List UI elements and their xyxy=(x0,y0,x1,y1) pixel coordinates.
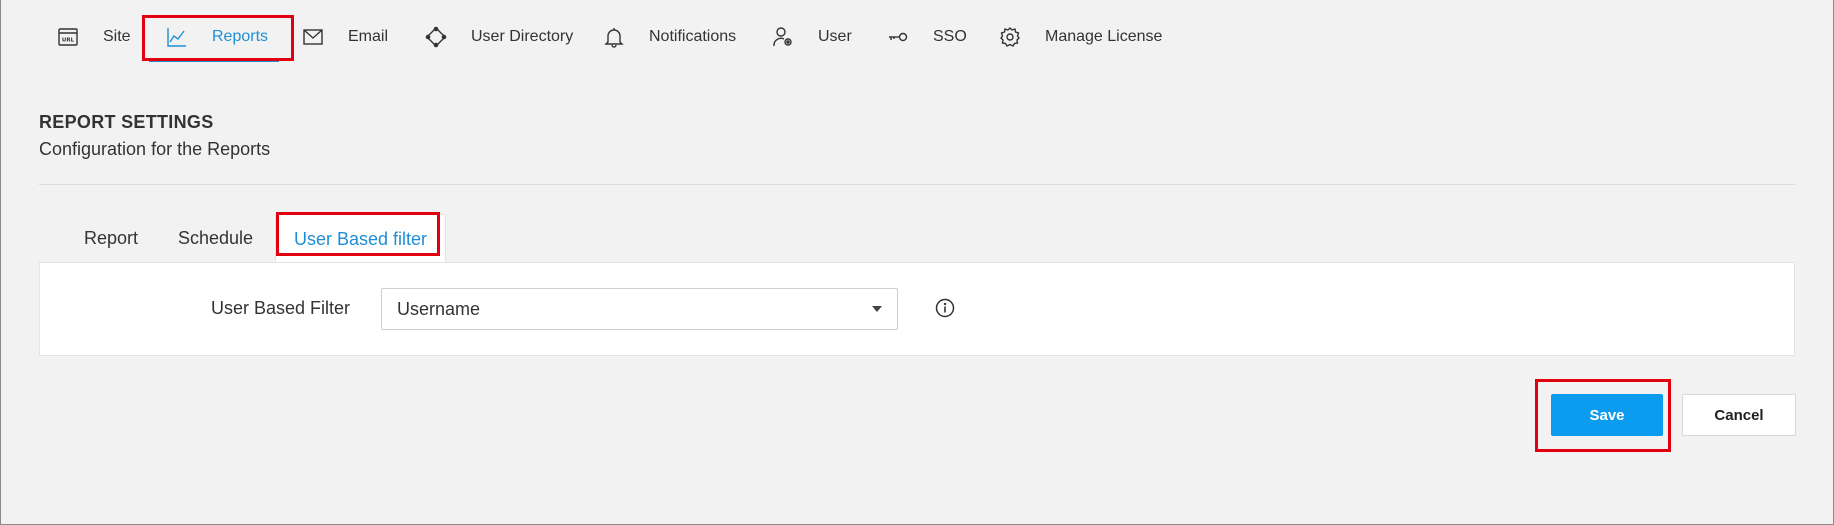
nav-item-label: SSO xyxy=(933,28,967,45)
section-divider xyxy=(39,184,1795,185)
gear-icon xyxy=(999,26,1021,48)
nav-item-site[interactable]: URL Site xyxy=(57,14,131,60)
user-gear-icon xyxy=(772,26,794,48)
page-subtitle: Configuration for the Reports xyxy=(39,139,271,159)
nav-item-user-directory[interactable]: User Directory xyxy=(425,14,573,60)
nav-item-label: Notifications xyxy=(649,28,737,45)
key-icon xyxy=(887,26,909,48)
nav-item-label: Site xyxy=(103,28,131,45)
svg-text:URL: URL xyxy=(62,38,75,44)
save-button[interactable]: Save xyxy=(1551,394,1663,436)
nav-item-label: Reports xyxy=(212,28,269,45)
info-icon[interactable] xyxy=(935,298,955,318)
active-nav-indicator xyxy=(149,60,279,62)
bell-icon xyxy=(603,26,625,48)
cancel-button[interactable]: Cancel xyxy=(1682,394,1796,436)
nav-item-label: User xyxy=(818,28,852,45)
page-title: REPORT SETTINGS xyxy=(39,112,214,132)
caret-down-icon xyxy=(872,306,882,312)
chart-icon xyxy=(166,26,188,48)
user-based-filter-select[interactable]: Username xyxy=(381,288,898,330)
tab-user-based-filter[interactable]: User Based filter xyxy=(275,214,447,263)
envelope-icon xyxy=(302,26,324,48)
nav-item-label: User Directory xyxy=(471,28,574,45)
select-value: Username xyxy=(397,298,481,319)
nav-item-manage-license[interactable]: Manage License xyxy=(999,14,1162,60)
directory-icon xyxy=(425,26,447,48)
nav-item-sso[interactable]: SSO xyxy=(887,14,967,60)
user-based-filter-label: User Based Filter xyxy=(211,298,351,318)
url-icon: URL xyxy=(57,26,79,48)
nav-item-reports[interactable]: Reports xyxy=(166,14,268,60)
nav-item-email[interactable]: Email xyxy=(302,14,388,60)
tab-schedule[interactable]: Schedule xyxy=(178,214,253,262)
top-navigation: URL Site Reports Email User Directory No… xyxy=(0,0,1834,76)
tab-report[interactable]: Report xyxy=(84,214,138,262)
nav-item-label: Email xyxy=(348,28,389,45)
nav-item-label: Manage License xyxy=(1045,28,1163,45)
nav-item-notifications[interactable]: Notifications xyxy=(603,14,736,60)
nav-item-user[interactable]: User xyxy=(772,14,852,60)
